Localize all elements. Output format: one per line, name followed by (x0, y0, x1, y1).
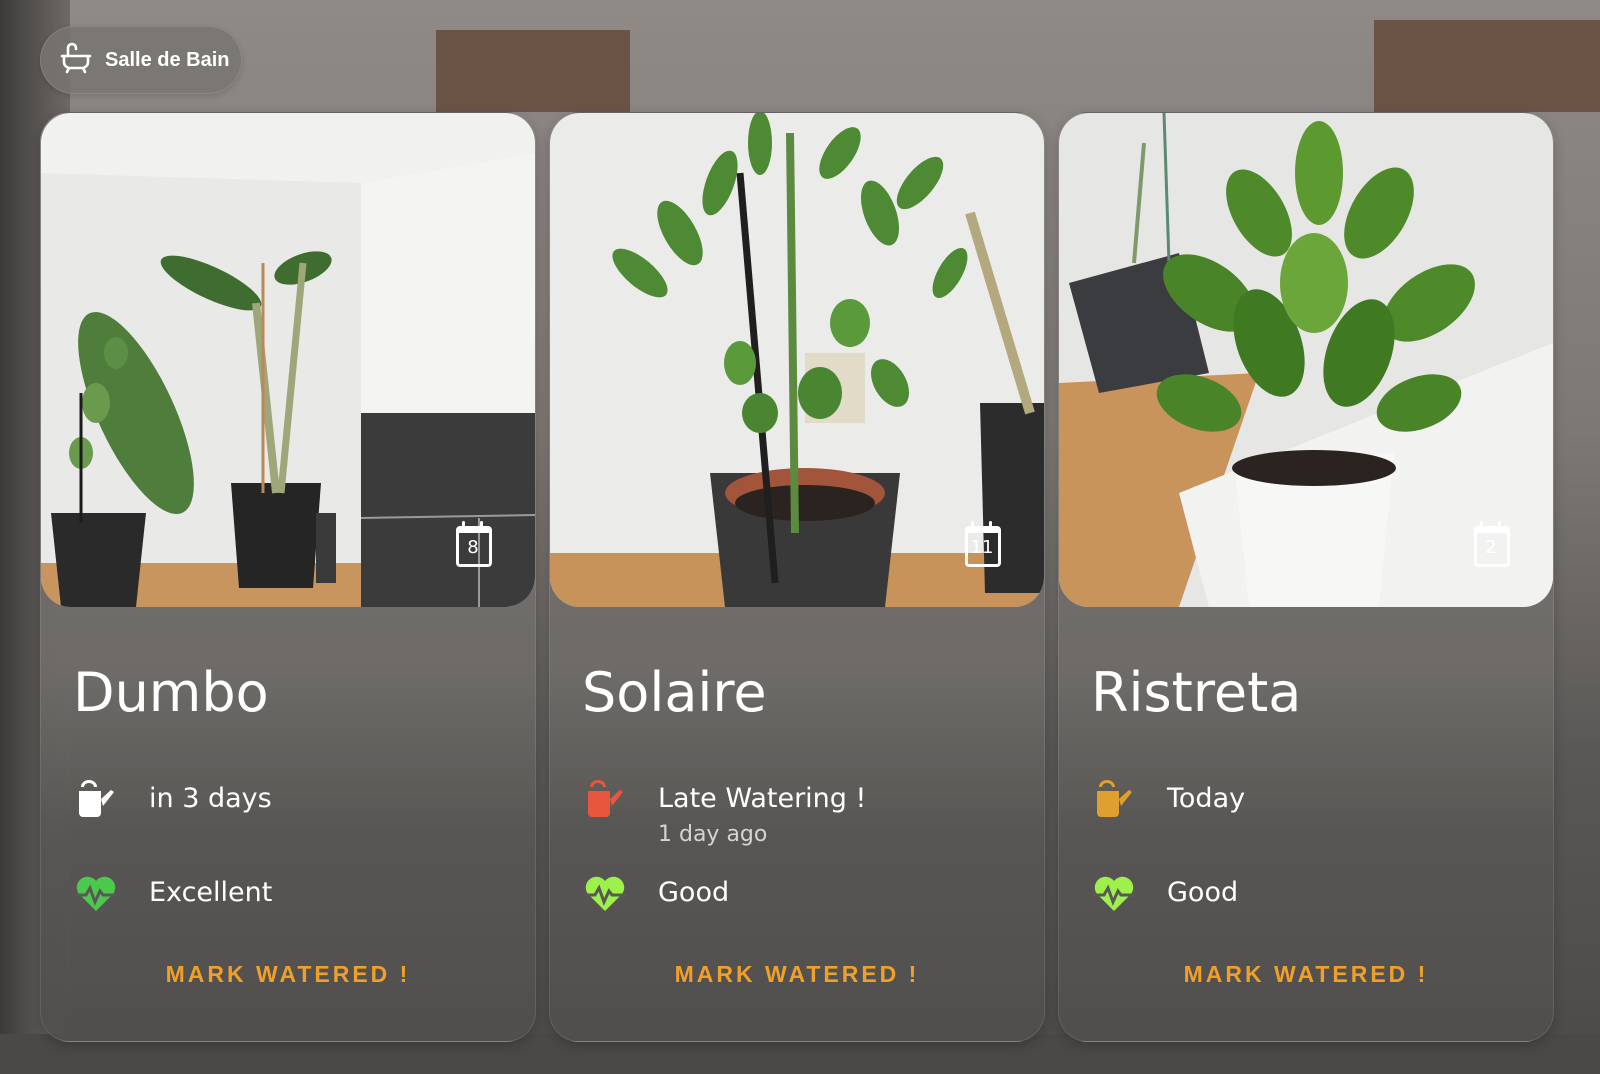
calendar-day: 11 (970, 537, 994, 558)
health-status: Excellent (149, 877, 273, 908)
plant-name: Dumbo (73, 661, 269, 724)
health-row: Excellent (73, 876, 273, 917)
plant-name: Solaire (582, 661, 767, 724)
watering-status: in 3 days (149, 783, 272, 814)
watering-subtext: 1 day ago (658, 822, 768, 847)
watering-status: Today (1167, 783, 1246, 814)
plant-card-dumbo: 8 Dumbo in 3 days Excellent MARK WATERED… (40, 112, 536, 1042)
calendar-icon[interactable]: 2 (1473, 521, 1510, 567)
calendar-icon[interactable]: 8 (455, 521, 492, 567)
calendar-day: 2 (1485, 537, 1497, 558)
plant-card-solaire: 11 Solaire Late Watering ! 1 day ago Goo… (549, 112, 1045, 1042)
watering-row: in 3 days (73, 780, 272, 823)
watering-can-icon (79, 780, 114, 817)
watering-can-icon (1097, 780, 1132, 817)
plant-card-ristreta: 2 Ristreta Today Good MARK WATERED ! (1058, 112, 1554, 1042)
mark-watered-button[interactable]: MARK WATERED ! (550, 953, 1044, 996)
mark-watered-button[interactable]: MARK WATERED ! (1059, 953, 1553, 996)
mark-watered-button[interactable]: MARK WATERED ! (41, 953, 535, 996)
calendar-icon[interactable]: 11 (964, 521, 1001, 567)
bathtub-icon (59, 41, 93, 80)
watering-can-icon (588, 780, 623, 817)
health-row: Good (582, 876, 730, 917)
calendar-day: 8 (467, 537, 479, 558)
background-shelf (436, 30, 630, 112)
background-shelf (1374, 20, 1600, 112)
plant-name: Ristreta (1091, 661, 1302, 724)
watering-status: Late Watering ! (658, 783, 867, 814)
room-chip[interactable]: Salle de Bain (40, 26, 242, 94)
health-row: Good (1091, 876, 1239, 917)
heart-pulse-icon (75, 876, 117, 911)
health-status: Good (1167, 877, 1239, 908)
watering-row: Today (1091, 780, 1246, 823)
heart-pulse-icon (584, 876, 626, 911)
heart-pulse-icon (1093, 876, 1135, 911)
watering-row: Late Watering ! 1 day ago (582, 780, 867, 847)
room-name: Salle de Bain (105, 48, 230, 71)
health-status: Good (658, 877, 730, 908)
